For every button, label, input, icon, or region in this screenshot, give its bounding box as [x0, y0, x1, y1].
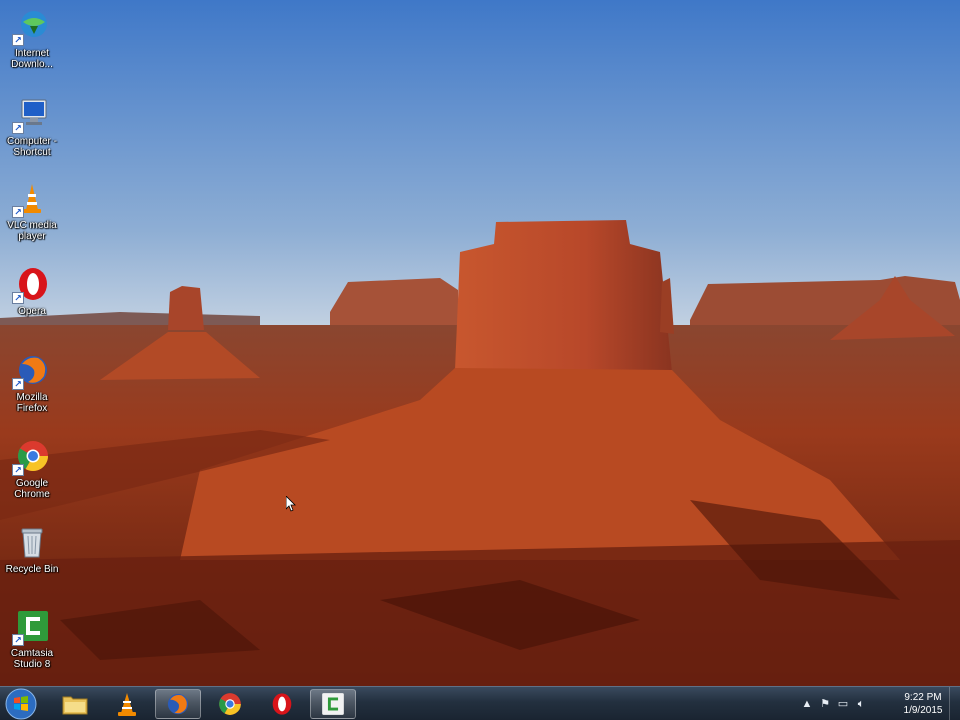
- taskbar-opera-button[interactable]: [259, 689, 305, 719]
- desktop-icon-opera[interactable]: ↗ Opera: [0, 264, 64, 317]
- action-center-flag-icon[interactable]: ⚑: [818, 697, 832, 711]
- recycle-bin-icon: [21, 528, 43, 558]
- shortcut-arrow-icon: ↗: [12, 292, 24, 304]
- system-tray: ▲ ⚑ ▭ 🔈︎ 9:22 PM 1/9/2015: [800, 687, 960, 720]
- taskbar-clock[interactable]: 9:22 PM 1/9/2015: [898, 691, 948, 717]
- opera-icon: [272, 693, 292, 715]
- taskbar-windows-explorer-button[interactable]: [52, 689, 98, 719]
- volume-icon[interactable]: 🔈︎: [854, 697, 868, 711]
- camtasia-icon: [322, 693, 344, 715]
- desktop-icon-recycle-bin[interactable]: Recycle Bin: [0, 522, 64, 575]
- vlc-icon: [118, 693, 136, 716]
- taskbar-vlc-button[interactable]: [104, 689, 150, 719]
- taskbar-camtasia-button[interactable]: [310, 689, 356, 719]
- clock-time: 9:22 PM: [904, 692, 942, 703]
- desktop-icon-computer[interactable]: ↗ Computer - Shortcut: [0, 94, 64, 158]
- desktop-icon-camtasia[interactable]: ↗ Camtasia Studio 8: [0, 606, 64, 670]
- desktop-icon-vlc[interactable]: ↗ VLC media player: [0, 178, 64, 242]
- shortcut-arrow-icon: ↗: [12, 122, 24, 134]
- firefox-icon: [167, 693, 189, 715]
- start-button[interactable]: [2, 688, 40, 720]
- desktop-icon-chrome[interactable]: ↗ Google Chrome: [0, 436, 64, 500]
- network-icon[interactable]: ▭: [836, 697, 850, 711]
- shortcut-arrow-icon: ↗: [12, 206, 24, 218]
- windows-logo-icon: [5, 688, 37, 720]
- desktop-icon-label: Google Chrome: [14, 478, 50, 500]
- taskbar-chrome-button[interactable]: [207, 689, 253, 719]
- desktop-icon-label: VLC media player: [7, 220, 57, 242]
- shortcut-arrow-icon: ↗: [12, 34, 24, 46]
- shortcut-arrow-icon: ↗: [12, 378, 24, 390]
- shortcut-arrow-icon: ↗: [12, 464, 24, 476]
- clock-date: 1/9/2015: [903, 705, 943, 716]
- desktop-wallpaper: [0, 0, 960, 686]
- desktop-icon-label: Opera: [18, 306, 46, 317]
- show-desktop-button[interactable]: [949, 687, 960, 720]
- mouse-cursor-icon: [286, 496, 296, 512]
- desktop-icon-label: Computer - Shortcut: [6, 136, 57, 158]
- desktop-icon-label: Camtasia Studio 8: [10, 648, 54, 670]
- shortcut-arrow-icon: ↗: [12, 634, 24, 646]
- taskbar-firefox-button[interactable]: [155, 689, 201, 719]
- desktop-icon-label: Mozilla Firefox: [16, 392, 48, 414]
- desktop-icon-internet-download-manager[interactable]: ↗ Internet Downlo...: [0, 6, 64, 70]
- chrome-icon: [219, 693, 241, 715]
- desktop-icon-firefox[interactable]: ↗ Mozilla Firefox: [0, 350, 64, 414]
- desktop-icon-label: Internet Downlo...: [11, 48, 53, 70]
- taskbar: ▲ ⚑ ▭ 🔈︎ 9:22 PM 1/9/2015: [0, 686, 960, 720]
- desktop-icon-label: Recycle Bin: [5, 564, 59, 575]
- show-hidden-icons-chevron-up-icon[interactable]: ▲: [800, 697, 814, 711]
- windows-explorer-icon: [62, 696, 88, 715]
